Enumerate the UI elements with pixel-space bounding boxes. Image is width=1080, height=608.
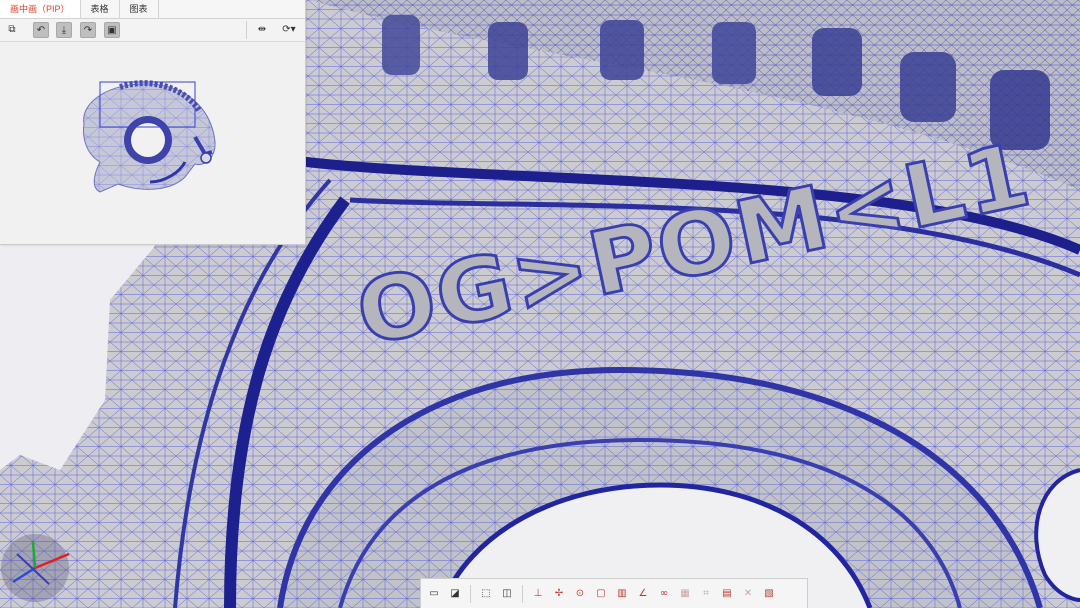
tab-pip[interactable]: 画中画（PIP）	[0, 0, 81, 18]
fit-icon[interactable]: ⌗	[697, 585, 715, 603]
delete-icon[interactable]: ✕	[739, 585, 757, 603]
datum-icon[interactable]: ✢	[550, 585, 568, 603]
axis-triad	[1, 534, 70, 602]
bottom-toolbar: ▭ ◪ ⬚ ◫ ⊥ ✢ ⊙ ▢ ▥ ∠ ∞ ▦ ⌗ ▤ ✕ ▧	[420, 578, 808, 608]
mirror-icon[interactable]: ⇹	[254, 22, 270, 38]
tab-table[interactable]: 表格	[81, 0, 120, 18]
grid-icon[interactable]: ▦	[676, 585, 694, 603]
pip-part-thumbnail	[83, 80, 216, 193]
pip-panel: 画中画（PIP） 表格 图表 ⧉ ↶ ⤓ ↷ ▣ ⇹ ⟳▾	[0, 0, 306, 245]
zoom-box-icon[interactable]: ⬚	[477, 585, 495, 603]
align-icon[interactable]: ⊥	[529, 585, 547, 603]
frame-icon[interactable]: ▣	[104, 22, 120, 38]
section-icon[interactable]: ◪	[446, 585, 464, 603]
copy-window-icon[interactable]: ⧉	[4, 22, 20, 38]
report-icon[interactable]: ▧	[760, 585, 778, 603]
pip-canvas[interactable]	[0, 42, 305, 244]
chart-icon[interactable]: ▥	[613, 585, 631, 603]
pip-tab-bar: 画中画（PIP） 表格 图表	[0, 0, 305, 19]
download-icon[interactable]: ⤓	[56, 22, 72, 38]
select-box-icon[interactable]: ▭	[425, 585, 443, 603]
link-icon[interactable]: ∞	[655, 585, 673, 603]
rotate-right-icon[interactable]: ↷	[80, 22, 96, 38]
box-icon[interactable]: ▢	[592, 585, 610, 603]
toolbar-separator	[470, 584, 471, 603]
angle-icon[interactable]: ∠	[634, 585, 652, 603]
point-icon[interactable]: ⊙	[571, 585, 589, 603]
view-options-icon[interactable]: ⟳▾	[278, 22, 300, 38]
rotate-left-icon[interactable]: ↶	[33, 22, 49, 38]
pip-toolbar: ⧉ ↶ ⤓ ↷ ▣ ⇹ ⟳▾	[0, 19, 305, 42]
toolbar-divider	[246, 21, 247, 39]
toolbar-separator	[522, 584, 523, 603]
export-icon[interactable]: ▤	[718, 585, 736, 603]
compare-icon[interactable]: ◫	[498, 585, 516, 603]
tab-chart[interactable]: 图表	[120, 0, 159, 18]
